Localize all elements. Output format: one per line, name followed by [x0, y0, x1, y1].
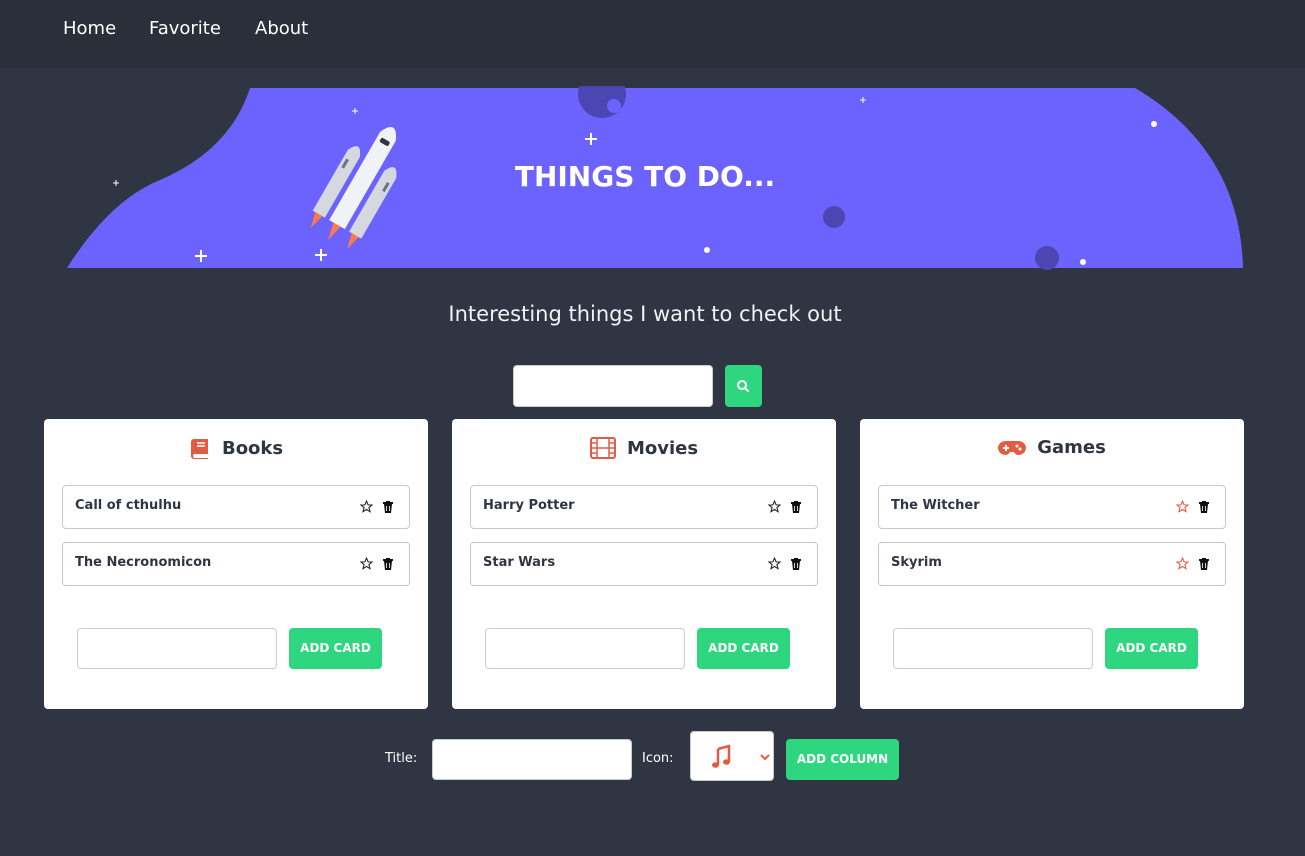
card-item[interactable]: Call of cthulhu [62, 485, 410, 529]
icon-select[interactable] [690, 731, 774, 781]
column-title: Books [221, 437, 284, 459]
add-card-button[interactable]: ADD CARD [1105, 628, 1198, 669]
column-title: Games [1037, 437, 1106, 458]
nav-link-about[interactable]: About [255, 18, 308, 39]
add-card-input[interactable] [485, 628, 685, 669]
card-item[interactable]: The Witcher [878, 485, 1226, 529]
star-icon[interactable] [360, 557, 373, 570]
column-header: Games [860, 437, 1244, 461]
nav-link-home[interactable]: Home [63, 18, 116, 39]
column-movies: Movies Harry Potter Star Wars ADD CARD [452, 419, 836, 709]
page-title: THINGS TO DO... [514, 160, 776, 193]
column-header: Movies [452, 437, 836, 461]
star-icon[interactable] [1176, 500, 1189, 513]
title-label: Title: [385, 751, 418, 766]
column-title: Movies [626, 437, 699, 459]
add-card-input[interactable] [893, 628, 1093, 669]
column-header: Books [44, 437, 428, 461]
column-books: Books Call of cthulhu The Necronomicon A… [44, 419, 428, 709]
star-icon[interactable] [1176, 557, 1189, 570]
card-item[interactable]: Skyrim [878, 542, 1226, 586]
music-icon [712, 744, 731, 768]
star-icon[interactable] [768, 500, 781, 513]
card-title: Harry Potter [483, 498, 575, 513]
icon-label: Icon: [642, 751, 674, 766]
search-icon [737, 380, 749, 392]
search-button[interactable] [725, 365, 762, 407]
card-title: Call of cthulhu [75, 498, 182, 513]
trash-icon[interactable] [791, 558, 801, 570]
star-icon[interactable] [360, 500, 373, 513]
chevron-down-icon [760, 754, 770, 761]
film-icon [589, 437, 616, 459]
select-content [712, 744, 770, 768]
add-card-button[interactable]: ADD CARD [697, 628, 790, 669]
page-subtitle: Interesting things I want to check out [448, 302, 842, 326]
card-item[interactable]: Star Wars [470, 542, 818, 586]
card-title: Star Wars [483, 555, 556, 570]
card-item[interactable]: The Necronomicon [62, 542, 410, 586]
add-card-input[interactable] [77, 628, 277, 669]
trash-icon[interactable] [383, 501, 393, 513]
card-title: The Necronomicon [75, 555, 212, 570]
gamepad-icon [998, 440, 1027, 455]
add-card-button[interactable]: ADD CARD [289, 628, 382, 669]
card-title: The Witcher [891, 498, 980, 513]
card-title: Skyrim [891, 555, 942, 570]
top-nav: Home Favorite About [0, 0, 1305, 68]
search-input[interactable] [513, 365, 713, 407]
trash-icon[interactable] [791, 501, 801, 513]
trash-icon[interactable] [1199, 501, 1209, 513]
book-icon [190, 439, 208, 459]
star-icon[interactable] [768, 557, 781, 570]
trash-icon[interactable] [1199, 558, 1209, 570]
nav-link-favorite[interactable]: Favorite [149, 18, 221, 39]
column-title-input[interactable] [432, 739, 632, 780]
add-column-button[interactable]: ADD COLUMN [786, 739, 899, 780]
card-item[interactable]: Harry Potter [470, 485, 818, 529]
column-games: Games The Witcher Skyrim ADD CARD [860, 419, 1244, 709]
trash-icon[interactable] [383, 558, 393, 570]
